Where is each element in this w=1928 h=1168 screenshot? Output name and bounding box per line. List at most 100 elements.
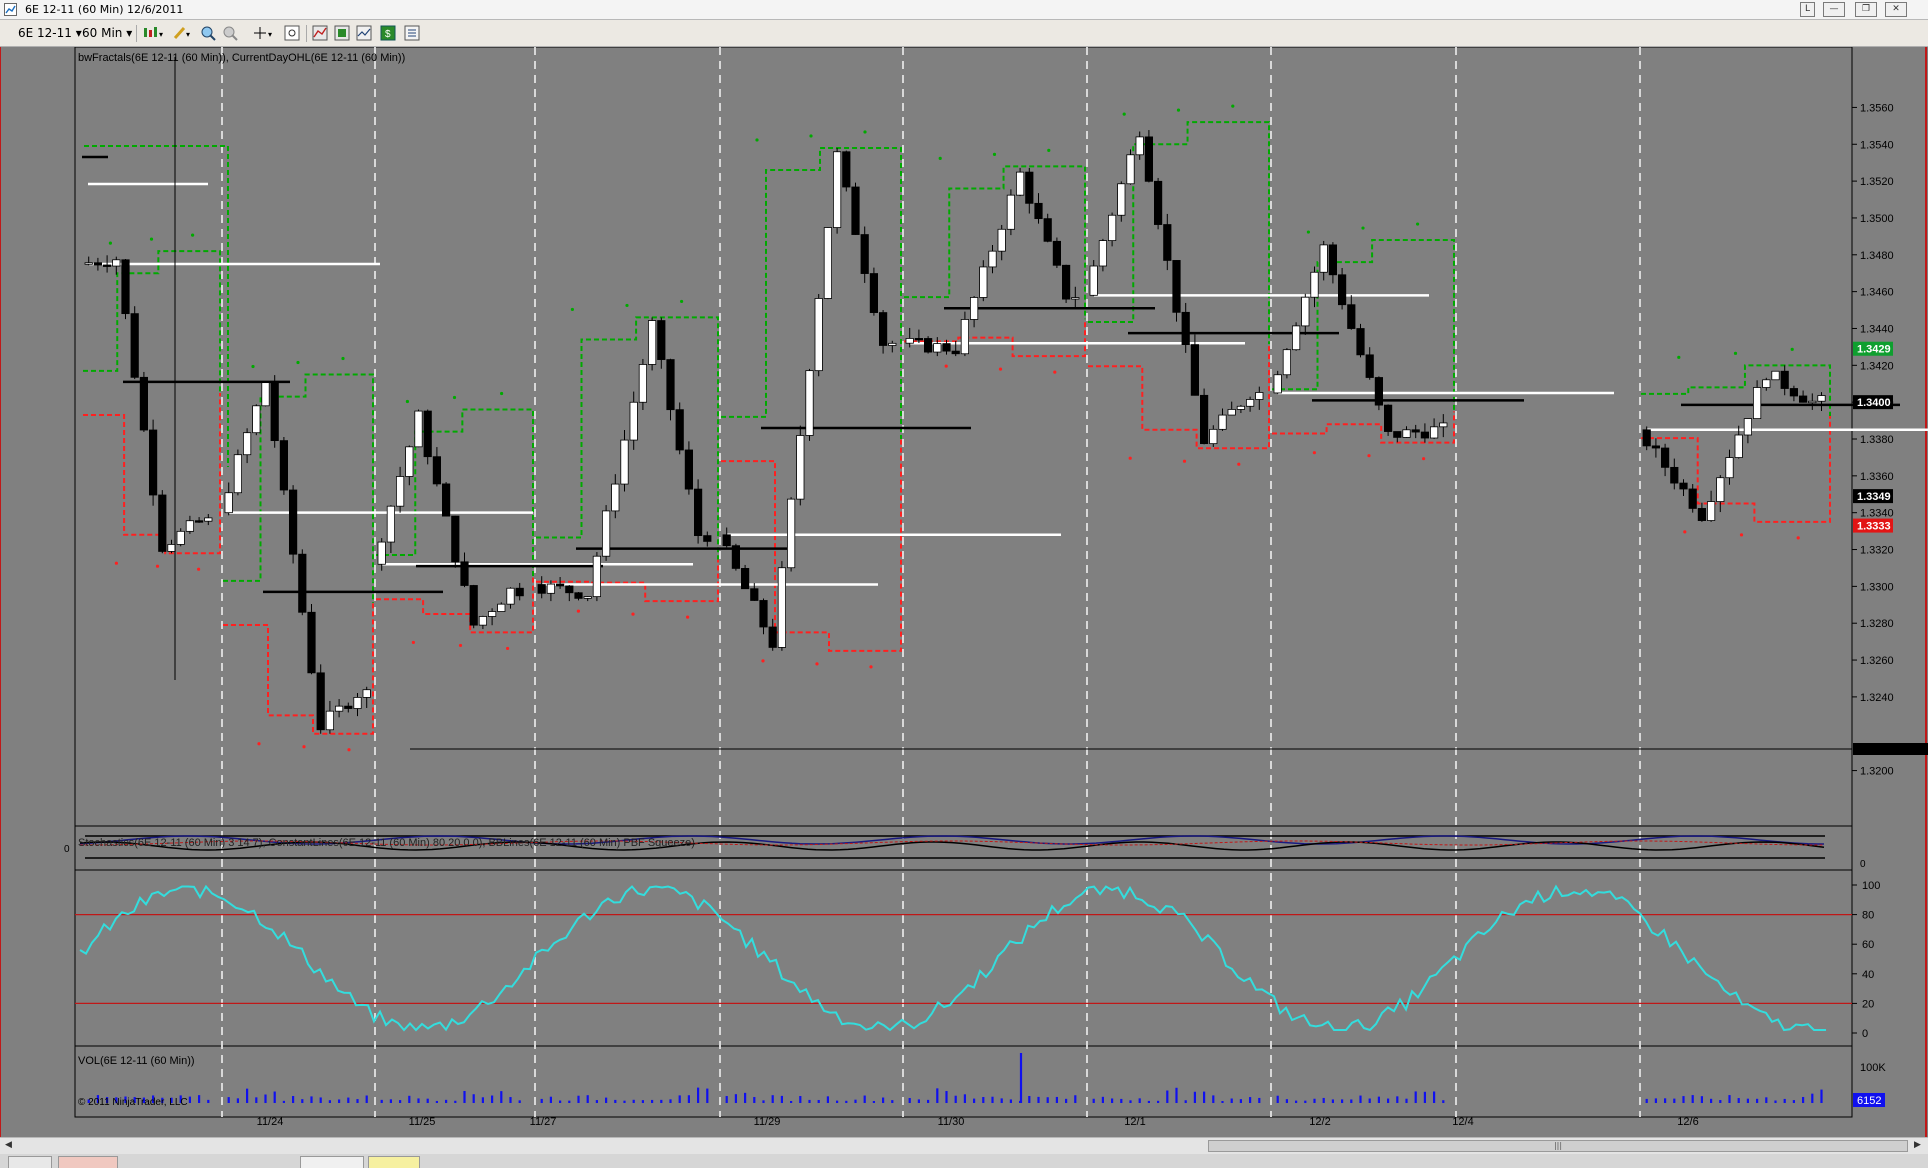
fractal-down-dot (411, 640, 415, 645)
candle-body (261, 382, 270, 407)
data-box-icon[interactable] (356, 25, 372, 41)
strategies-icon[interactable] (334, 25, 350, 41)
volume-marker-label: 6152 (1857, 1095, 1881, 1107)
candle-body (666, 359, 675, 411)
candle-body (860, 234, 869, 274)
candle-body (1651, 445, 1660, 449)
fractal-down-dot (1739, 533, 1744, 537)
fractal-up-dot (680, 299, 684, 304)
minimize-button[interactable]: — (1823, 2, 1845, 17)
candle-body (546, 583, 556, 594)
scrollbar-thumb[interactable]: ||| (1208, 1140, 1908, 1152)
price-tick-label: 1.3460 (1860, 287, 1894, 299)
candle-body (1144, 136, 1153, 182)
restore-button[interactable]: ❐ (1855, 2, 1877, 17)
fractal-down-dot (761, 659, 765, 663)
candle-body (814, 298, 823, 372)
candle-body (423, 410, 432, 458)
chart-area[interactable]: 1.3560 1.3540 1.3520 1.3500 1.3480 1.3460 1.34… (0, 46, 1928, 1137)
taskbar-tab[interactable] (368, 1156, 420, 1168)
candle-body (112, 259, 121, 267)
candle-body (353, 697, 362, 709)
fractal-down-dot (1796, 536, 1800, 540)
dollar-icon[interactable]: $ (380, 25, 396, 41)
close-button[interactable]: ✕ (1885, 2, 1907, 17)
candle-body (592, 555, 602, 598)
candle-body (1292, 325, 1301, 351)
date-label: 11/29 (754, 1116, 781, 1128)
svg-text:▾: ▾ (186, 30, 190, 39)
title-bar: 6E 12-11 (60 Min) 12/6/2011 L — ❐ ✕ (0, 0, 1928, 20)
link-button[interactable]: L (1800, 2, 1815, 17)
chart-style-icon[interactable]: ▾ (142, 25, 166, 41)
candle-body (796, 435, 805, 500)
candle-body (1301, 296, 1310, 327)
properties-icon[interactable] (284, 25, 300, 41)
instrument-selector[interactable]: 6E 12-11 ▾ (18, 26, 82, 40)
fractal-down-dot (1237, 462, 1241, 466)
zoom-out-icon[interactable] (222, 25, 238, 41)
crosshair-icon[interactable]: ▾ (252, 25, 276, 41)
candle-body (970, 297, 979, 320)
price-tick-label: 1.3560 (1860, 102, 1894, 114)
fractal-down-dot (114, 561, 118, 565)
candle-body (325, 710, 335, 731)
candle-body (1661, 447, 1670, 468)
candle-body (224, 492, 233, 514)
fractal-up-dot (1176, 108, 1181, 112)
candle-body (204, 517, 213, 522)
candle-body (657, 320, 666, 360)
candle-body (1642, 429, 1651, 447)
candle-body (1108, 214, 1117, 242)
price-tick-label: 1.3240 (1860, 692, 1894, 704)
candle-body (497, 603, 506, 612)
taskbar-tab[interactable] (300, 1156, 364, 1168)
fractal-down-dot (815, 662, 819, 666)
candle-body (1034, 202, 1043, 220)
price-tick-label: 1.3260 (1860, 655, 1894, 667)
candle-body (1052, 240, 1061, 266)
candle-body (1384, 404, 1393, 432)
candle-body (1439, 422, 1448, 428)
price-tick-label: 1.3360 (1860, 471, 1894, 483)
pencil-icon[interactable]: ▾ (172, 25, 194, 41)
fractal-down-dot (1053, 370, 1057, 374)
candle-body (84, 262, 93, 265)
candle-body (279, 440, 289, 491)
instrument-label: 6E 12-11 (18, 26, 72, 40)
chevron-down-icon: ▾ (75, 26, 82, 40)
candle-body (1163, 224, 1172, 261)
candle-body (1393, 431, 1402, 438)
horizontal-scrollbar[interactable]: ◀ ||| ▶ (0, 1137, 1928, 1154)
scroll-right-icon[interactable]: ▶ (1914, 1140, 1921, 1150)
candle-body (1762, 379, 1771, 388)
candle-body (176, 530, 185, 545)
taskbar-tab[interactable] (58, 1156, 118, 1168)
date-label: 11/30 (938, 1116, 965, 1128)
candle-body (574, 592, 583, 599)
candle-body (1743, 418, 1752, 436)
price-marker-label: 1.3349 (1857, 491, 1891, 503)
interval-selector[interactable]: 60 Min ▾ (82, 26, 132, 40)
fractal-up-dot (1416, 222, 1420, 226)
candle-body (750, 588, 759, 601)
fractal-up-dot (341, 356, 345, 361)
candle-body (997, 228, 1006, 252)
fractal-up-dot (1047, 148, 1051, 152)
fractal-down-dot (1312, 451, 1316, 455)
candle-body (648, 320, 657, 365)
date-label: 12/4 (1452, 1116, 1473, 1128)
fractal-up-dot (149, 237, 154, 241)
candle-body (1780, 370, 1789, 389)
stoch-zero-right: 0 (1860, 859, 1866, 870)
indicators-icon[interactable] (312, 25, 328, 41)
chart-trader-icon[interactable] (404, 25, 420, 41)
zoom-in-icon[interactable] (200, 25, 216, 41)
candle-body (1236, 405, 1245, 410)
fractal-up-dot (1361, 226, 1365, 230)
candle-body (432, 456, 442, 485)
candle-body (1071, 297, 1080, 300)
taskbar-tab[interactable] (8, 1156, 52, 1168)
candle-body (914, 338, 924, 341)
scroll-left-icon[interactable]: ◀ (5, 1140, 12, 1150)
